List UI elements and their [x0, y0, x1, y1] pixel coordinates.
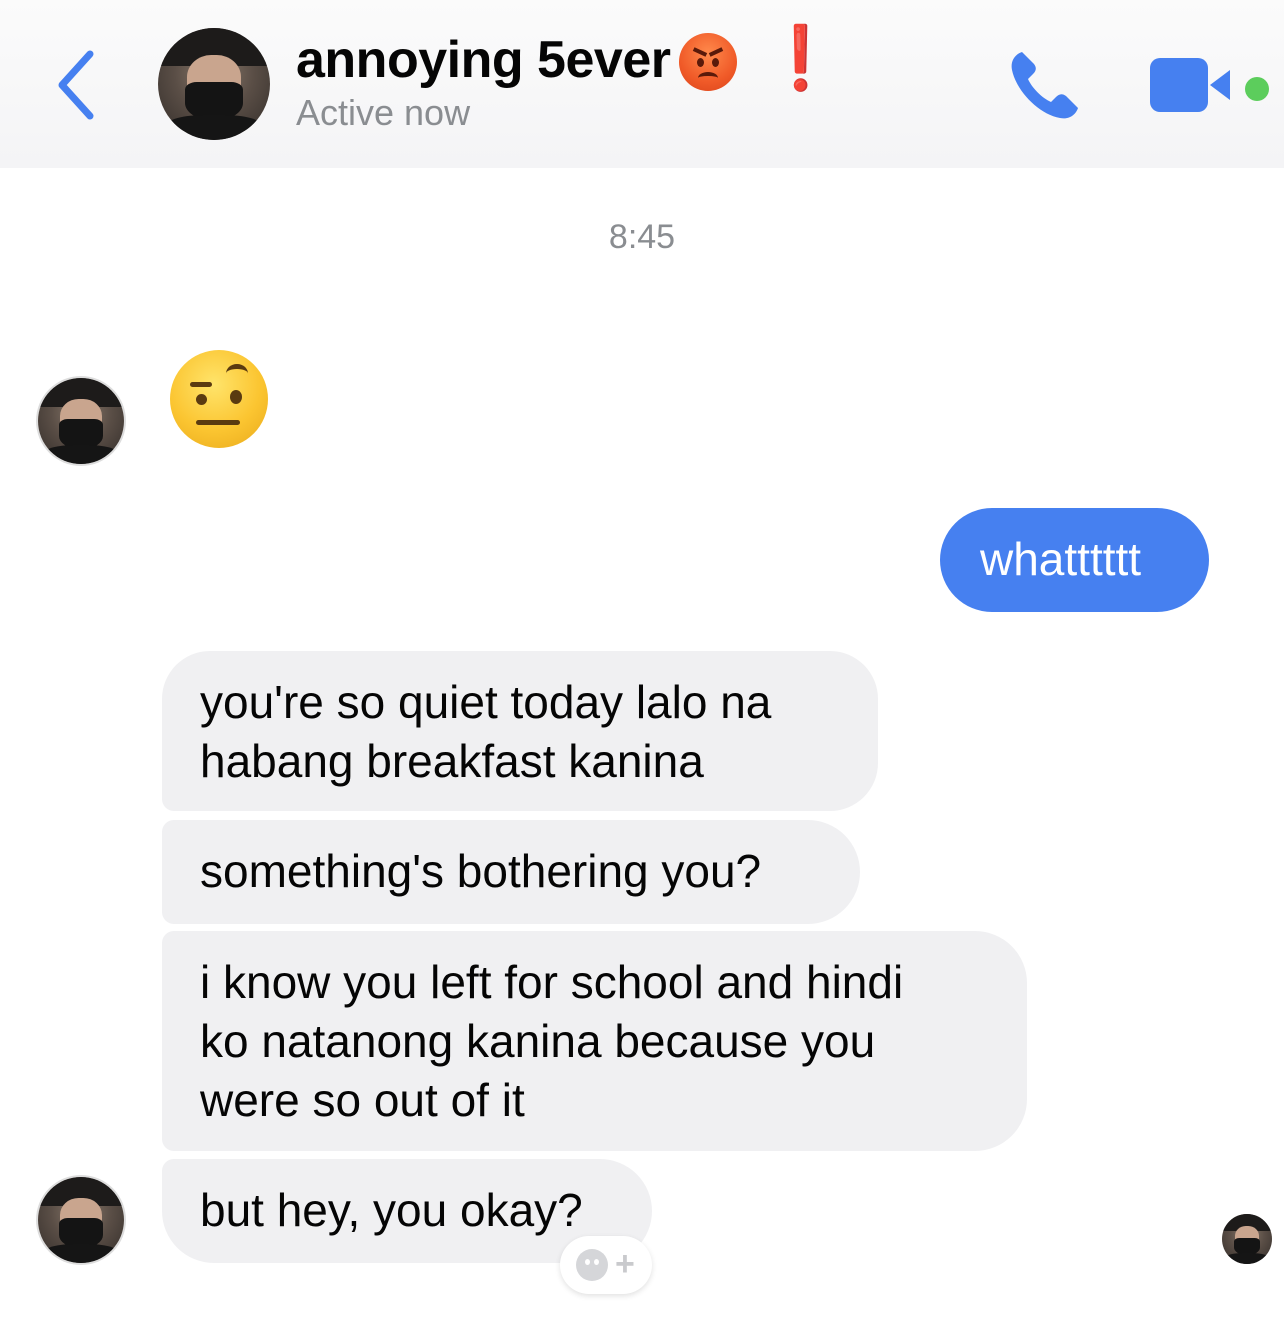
message-line: you're so quiet today lalo na: [200, 676, 772, 728]
add-reaction-button[interactable]: +: [560, 1236, 652, 1294]
phone-icon: [1011, 52, 1078, 119]
message-line: i know you left for school and hindi: [200, 956, 904, 1008]
incoming-message-bubble[interactable]: something's bothering you?: [162, 820, 860, 924]
message-text: whatttttt: [980, 533, 1142, 585]
online-indicator: [1245, 77, 1269, 101]
incoming-message-bubble[interactable]: i know you left for school and hindi ko …: [162, 931, 1027, 1151]
message-timestamp: 8:45: [608, 218, 676, 256]
message-line: something's bothering you?: [200, 845, 762, 897]
read-receipt-avatar: [1222, 1214, 1272, 1264]
exclamation-mark-icon: ❗: [762, 24, 840, 93]
face-with-raised-eyebrow-icon[interactable]: [170, 350, 268, 448]
angry-face-emoji-icon: [679, 33, 737, 91]
video-call-button[interactable]: [1150, 56, 1238, 116]
message-line: ko natanong kanina because you: [200, 1015, 876, 1067]
chevron-left-icon: [58, 50, 94, 120]
contact-name[interactable]: annoying 5ever: [296, 30, 671, 90]
message-line: but hey, you okay?: [200, 1184, 583, 1236]
add-reaction-icon: [576, 1249, 608, 1281]
conversation-header: annoying 5ever ❗ Active now: [0, 0, 1284, 168]
contact-avatar-small[interactable]: [38, 378, 124, 464]
message-line: habang breakfast kanina: [200, 735, 704, 787]
back-button[interactable]: [52, 48, 102, 122]
active-status: Active now: [296, 92, 471, 133]
audio-call-button[interactable]: [1004, 46, 1084, 126]
incoming-message-bubble[interactable]: you're so quiet today lalo na habang bre…: [162, 651, 878, 811]
outgoing-message-bubble[interactable]: whatttttt: [940, 508, 1209, 612]
contact-avatar[interactable]: [158, 28, 270, 140]
message-line: were so out of it: [200, 1074, 525, 1126]
contact-avatar-small[interactable]: [38, 1177, 124, 1263]
plus-icon: +: [615, 1245, 635, 1283]
